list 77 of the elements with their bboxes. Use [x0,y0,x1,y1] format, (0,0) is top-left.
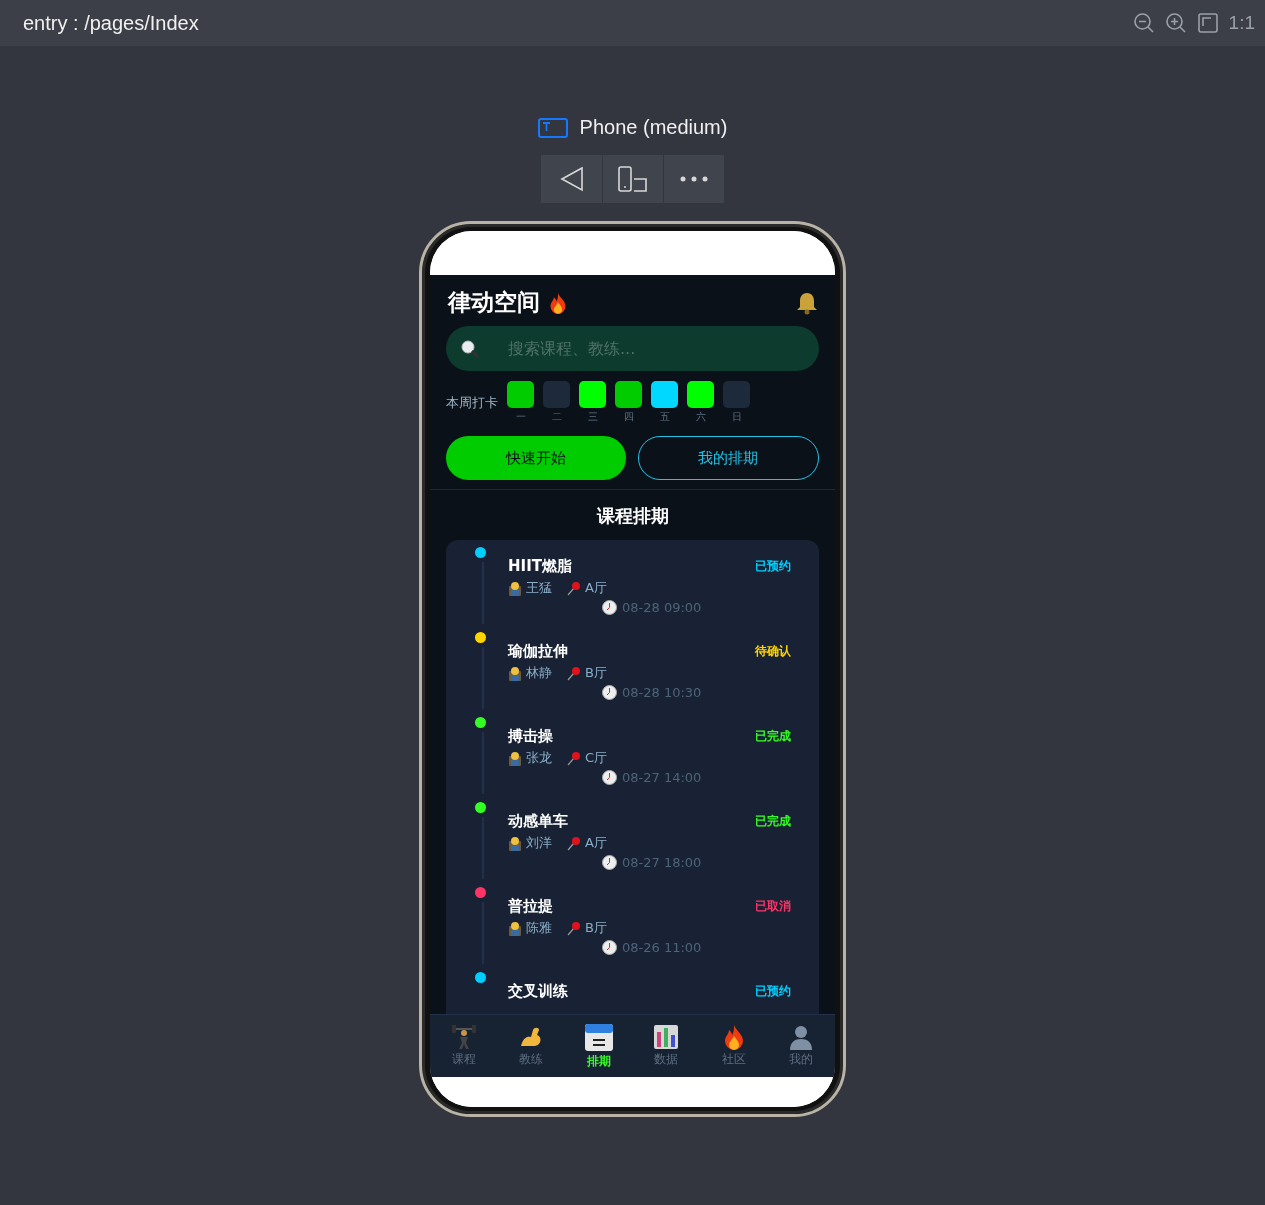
person-silhouette-icon [788,1024,815,1050]
pin-icon [566,665,581,681]
course-title: HIIT燃脂 [508,557,572,576]
course-time: 08-28 09:00 [622,600,702,615]
more-icon [679,175,709,183]
fit-screen-icon[interactable] [1196,12,1219,34]
search-icon [460,338,480,359]
coach-icon [508,835,522,851]
weekday-label: 五 [659,410,670,424]
clock-icon [602,940,617,955]
room-name: A厅 [585,579,607,597]
weekday-label: 六 [695,410,706,424]
pin-icon [566,920,581,936]
weekday-label: 二 [551,410,562,424]
course-title: 瑜伽拉伸 [508,642,568,661]
tab[interactable]: 我的 [771,1024,832,1068]
bell-icon[interactable] [795,290,819,315]
clock-icon [602,685,617,700]
coach-icon [508,580,522,596]
coach-name: 刘洋 [526,834,552,852]
course-status: 已取消 [755,898,791,915]
back-icon [558,166,585,192]
course-status: 已完成 [755,728,791,745]
coach-icon [508,920,522,936]
weekday-label: 四 [623,410,634,424]
coach-name: 林静 [526,664,552,682]
coach-name: 王猛 [526,579,552,597]
device-icon [537,117,568,138]
zoom-out-icon[interactable] [1132,12,1155,34]
room-name: B厅 [585,664,607,682]
bar-chart-icon [653,1024,680,1050]
rotate-icon [617,165,649,193]
page-path: entry : /pages/Index [23,11,199,35]
weekday-label: 一 [515,410,526,424]
clock-icon [602,600,617,615]
course-status: 已完成 [755,813,791,830]
course-status: 待确认 [755,643,791,660]
clock-icon [602,855,617,870]
course-time: 08-28 10:30 [622,685,702,700]
checkin-label: 本周打卡 [446,393,498,412]
quick-start-button[interactable]: 快速开始 [446,436,626,480]
search-bar[interactable]: 搜索课程、教练... [446,326,819,371]
coach-icon [508,750,522,766]
course-title: 动感单车 [508,812,568,831]
device-name: Phone (medium) [579,116,728,139]
tab[interactable]: 课程 [433,1024,494,1068]
pin-icon [566,580,581,596]
actual-size-button[interactable]: 1:1 [1228,12,1255,34]
weekday-label: 日 [731,410,742,424]
zoom-in-icon[interactable] [1164,12,1187,34]
room-name: A厅 [585,834,607,852]
room-name: C厅 [585,749,608,767]
coach-name: 张龙 [526,749,552,767]
clock-icon [602,770,617,785]
pin-icon [566,835,581,851]
course-title: 普拉提 [508,897,553,916]
course-time: 08-26 11:00 [622,940,702,955]
section-title: 课程排期 [595,504,670,528]
weekday-label: 三 [587,410,598,424]
tab[interactable]: 教练 [501,1024,562,1068]
weightlifter-icon [450,1024,477,1050]
course-status: 已预约 [755,558,791,575]
course-title: 搏击操 [508,727,553,746]
coach-name: 陈雅 [526,919,552,937]
search-field[interactable]: 搜索课程、教练... [506,338,805,359]
app-title: 律动空间 [448,288,540,317]
course-status: 已预约 [755,983,791,1000]
course-title: 交叉训练 [508,982,568,1001]
tab[interactable]: 排期 [568,1022,629,1070]
tab[interactable]: 数据 [636,1024,697,1068]
calendar-icon [583,1022,614,1052]
pin-icon [566,750,581,766]
course-time: 08-27 14:00 [622,770,702,785]
course-time: 08-27 18:00 [622,855,702,870]
room-name: B厅 [585,919,607,937]
tab[interactable]: 社区 [703,1024,764,1068]
coach-icon [508,665,522,681]
